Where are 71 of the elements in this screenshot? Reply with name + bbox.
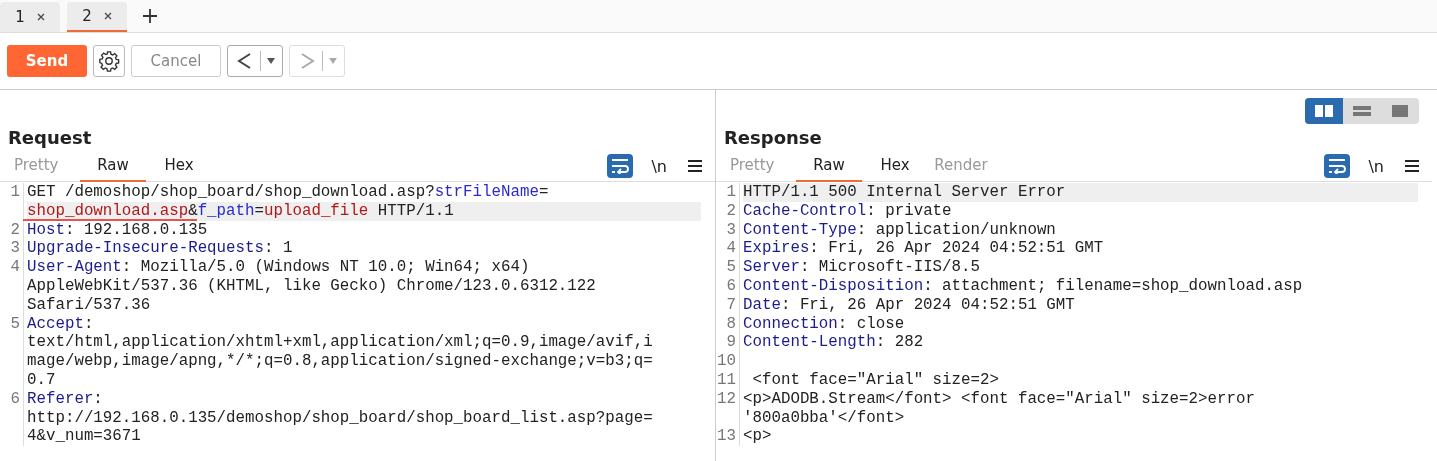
view-tab[interactable]: Hex [146, 150, 212, 182]
line-number: 6 [9, 389, 21, 410]
line-number: 8 [725, 314, 737, 334]
code-text: Host: 192.168.0.135 [27, 220, 208, 239]
line-number: 2 [725, 201, 737, 221]
code-text: Expires: Fri, 26 Apr 2024 04:52:51 GMT [743, 239, 1104, 258]
wrap-lines-button[interactable] [1324, 154, 1351, 178]
back-button[interactable] [227, 45, 283, 77]
settings-button[interactable] [93, 45, 125, 77]
code-text: <p>ADODB.Stream</font> <font face="Arial" size=2>error [743, 389, 1255, 408]
code-text: AppleWebKit/537.36 (KHTML, like Gecko) Chrome/123.0.6312.122 [27, 277, 596, 295]
panel-title: Request [7, 126, 93, 150]
line-number: 1 [9, 183, 21, 203]
line-number: 12 [716, 389, 737, 410]
two-columns-icon [1315, 105, 1333, 117]
code-text: Safari/537.36 [27, 295, 151, 314]
plus-icon[interactable] [142, 8, 158, 24]
code-text: Connection: close [743, 314, 905, 333]
caret-icon [265, 57, 276, 65]
view-tab[interactable]: Raw [80, 150, 146, 182]
line-number: 10 [716, 352, 737, 371]
code-text: Referer: [27, 389, 103, 408]
code-text: Cache-Control: private [743, 201, 952, 220]
code-text: '800a0bba'</font> [743, 408, 905, 427]
wrap-lines-button[interactable] [607, 154, 634, 178]
code-text: Upgrade-Insecure-Requests: 1 [27, 239, 293, 258]
two-rows-icon [1353, 105, 1371, 117]
line-number: 4 [9, 258, 21, 279]
code-text: <p> [743, 427, 772, 446]
line-number: 7 [725, 295, 737, 315]
line-number: 2 [9, 220, 21, 240]
close-icon[interactable] [36, 13, 45, 21]
line-number: 6 [725, 277, 737, 296]
code-text: 0.7 [27, 370, 56, 389]
line-number: 1 [725, 183, 737, 202]
code-text: Content-Type: application/unknown [743, 220, 1056, 239]
code-text: Content-Length: 282 [743, 333, 924, 352]
single-pane-icon [1391, 105, 1409, 117]
menu-icon[interactable] [687, 159, 703, 173]
code-text: Server: Microsoft-IIS/8.5 [743, 258, 980, 277]
code-text: HTTP/1.1 500 Internal Server Error [743, 183, 1066, 201]
code-text: User-Agent: Mozilla/5.0 (Windows NT 10.0; Win64; x64) [27, 258, 530, 277]
line-number: 13 [716, 427, 737, 447]
code-text: 4&v_num=3671 [27, 427, 141, 446]
close-icon[interactable] [103, 12, 112, 20]
code-text: Accept: [27, 314, 94, 333]
line-number: 11 [716, 370, 737, 390]
session-tab[interactable]: 1 [0, 2, 60, 32]
code-text: text/html,application/xhtml+xml,application/xml;q=0.9,image/avif,i [27, 333, 653, 352]
columns-layout-button[interactable] [1305, 98, 1343, 124]
line-number: 5 [9, 314, 21, 335]
line-number: 3 [9, 239, 21, 259]
cancel-button[interactable]: Cancel [131, 45, 221, 77]
newline-toggle[interactable]: \n [651, 156, 667, 176]
code-text: <font face="Arial" size=2> [751, 370, 999, 389]
line-number: 5 [725, 258, 737, 277]
code-text: http://192.168.0.135/demoshop/shop_board/shop_board_list.asp?page= [27, 408, 653, 427]
line-number: 9 [725, 333, 737, 353]
line-number: 4 [725, 239, 737, 259]
session-tab[interactable]: 2 [67, 2, 127, 32]
code-text: mage/webp,image/apng,*/*;q=0.8,application/signed-exchange;v=b3;q= [27, 352, 653, 371]
newline-toggle[interactable]: \n [1368, 156, 1384, 176]
code-text: shop_download.asp&f_path=upload_file HTTP/1.1 [27, 201, 454, 220]
line-number: 3 [725, 220, 737, 240]
code-text: Date: Fri, 26 Apr 2024 04:52:51 GMT [743, 295, 1075, 314]
code-text: Content-Disposition: attachment; filename=shop_download.asp [743, 277, 1303, 295]
menu-icon[interactable] [1404, 159, 1420, 173]
caret-icon [327, 57, 338, 65]
panel-title: Response [723, 126, 823, 150]
code-text: GET /demoshop/shop_board/shop_download.asp?strFileName= [27, 183, 549, 201]
view-tab[interactable]: Hex [862, 150, 928, 182]
